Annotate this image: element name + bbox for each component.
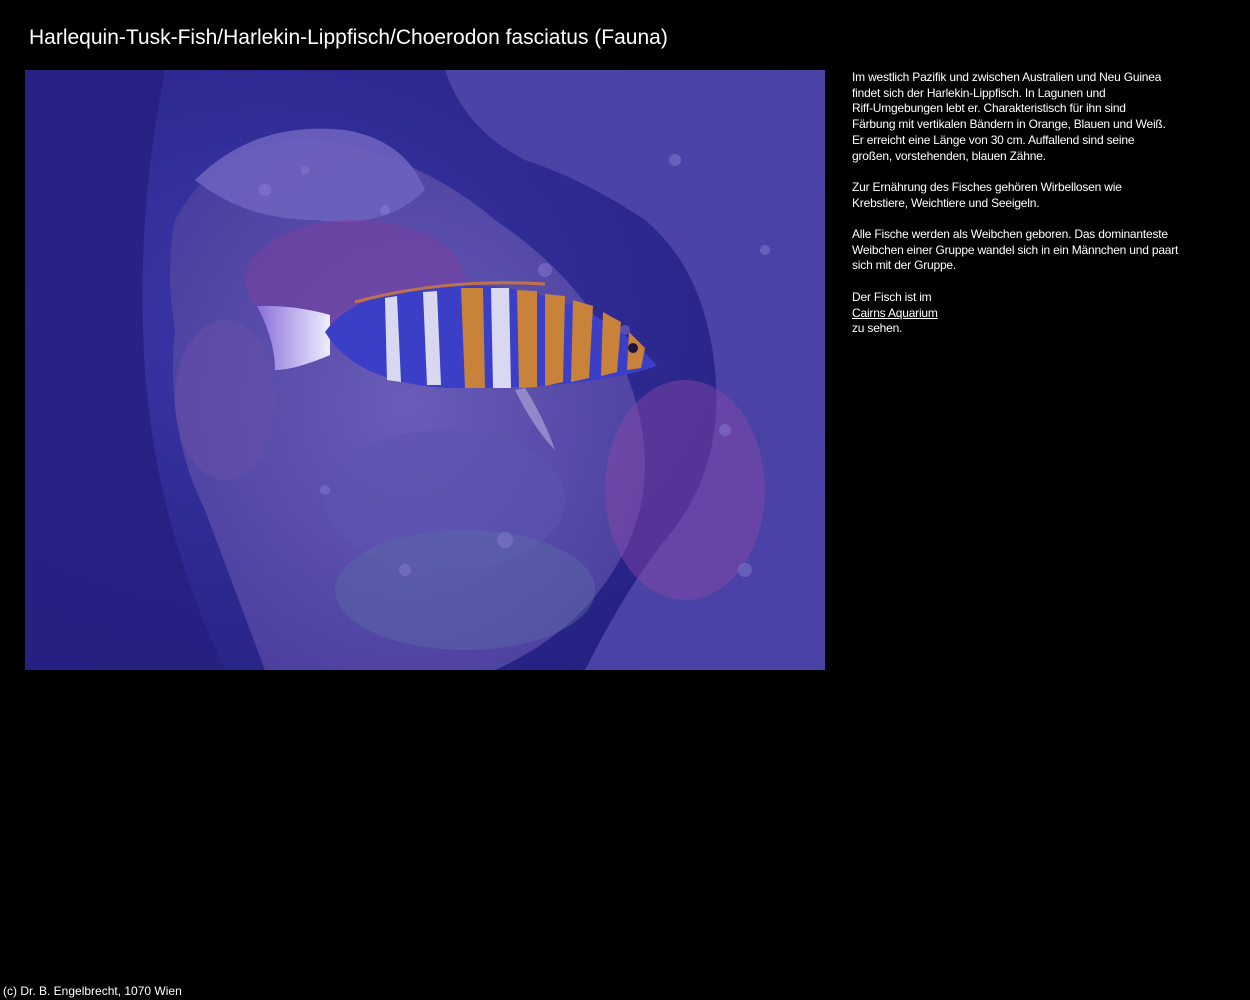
description-line: findet sich der Harlekin-Lippfisch. In L… bbox=[852, 85, 1106, 100]
description-paragraph-range: Im westlich Pazifik und zwischen Austral… bbox=[852, 70, 1202, 164]
description-paragraph-reproduction: Alle Fische werden als Weibchen geboren.… bbox=[852, 227, 1202, 274]
description-paragraph-location: Der Fisch ist im Cairns Aquarium zu sehe… bbox=[852, 290, 1202, 337]
fish-photo bbox=[25, 70, 825, 670]
copyright-footer: (c) Dr. B. Engelbrecht, 1070 Wien bbox=[3, 984, 182, 998]
description-line: Krebstiere, Weichtiere und Seeigeln. bbox=[852, 195, 1040, 210]
cairns-aquarium-link[interactable]: Cairns Aquarium bbox=[852, 306, 938, 320]
description-line: sich mit der Gruppe. bbox=[852, 258, 957, 273]
description-line: Weibchen einer Gruppe wandel sich in ein… bbox=[852, 242, 1179, 257]
description-paragraph-diet: Zur Ernährung des Fisches gehören Wirbel… bbox=[852, 180, 1202, 211]
description-line: Er erreicht eine Länge von 30 cm. Auffal… bbox=[852, 132, 1135, 147]
description-line: Alle Fische werden als Weibchen geboren.… bbox=[852, 227, 1168, 241]
description-line: Im westlich Pazifik und zwischen Austral… bbox=[852, 70, 1162, 84]
page: Harlequin-Tusk-Fish/Harlekin-Lippfisch/C… bbox=[0, 0, 1250, 1000]
description-line: Färbung mit vertikalen Bändern in Orange… bbox=[852, 117, 1166, 132]
location-text-after: zu sehen. bbox=[852, 321, 903, 336]
description: Im westlich Pazifik und zwischen Austral… bbox=[852, 70, 1202, 353]
page-title: Harlequin-Tusk-Fish/Harlekin-Lippfisch/C… bbox=[29, 26, 668, 49]
description-line: großen, vorstehenden, blauen Zähne. bbox=[852, 148, 1046, 163]
location-text-before: Der Fisch ist im bbox=[852, 289, 932, 304]
fish-photo-illustration bbox=[25, 70, 825, 670]
description-line: Riff-Umgebungen lebt er. Charakteristisc… bbox=[852, 101, 1126, 116]
description-line: Zur Ernährung des Fisches gehören Wirbel… bbox=[852, 179, 1122, 194]
